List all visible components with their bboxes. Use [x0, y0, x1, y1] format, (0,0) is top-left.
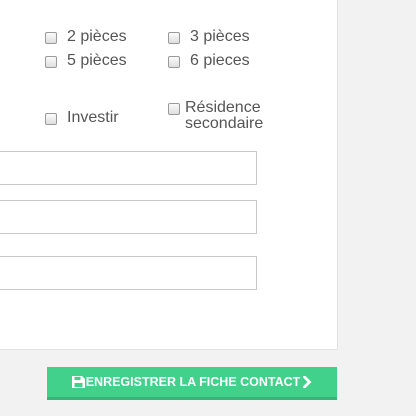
label-residence-line1: Résidence [185, 99, 261, 116]
checkbox-2-pieces[interactable] [45, 32, 57, 44]
option-5-pieces[interactable] [45, 56, 57, 68]
save-contact-button[interactable]: ENREGISTRER LA FICHE CONTACT [47, 367, 337, 400]
label-investir: Investir [67, 109, 119, 126]
option-3-pieces[interactable] [168, 32, 180, 44]
floppy-disk-icon [71, 376, 85, 388]
text-field-1[interactable] [0, 151, 257, 185]
save-contact-label: ENREGISTRER LA FICHE CONTACT [85, 375, 301, 389]
checkbox-investir[interactable] [45, 113, 57, 125]
label-5-pieces: 5 pièces [67, 52, 127, 69]
text-field-2[interactable] [0, 200, 257, 234]
checkbox-6-pieces[interactable] [168, 56, 180, 68]
checkbox-5-pieces[interactable] [45, 56, 57, 68]
label-residence-secondaire: Résidence secondaire [185, 99, 264, 132]
form-panel: 2 pièces 3 pièces 5 pièces 6 pieces Inve… [0, 0, 338, 350]
label-3-pieces: 3 pièces [190, 28, 250, 45]
text-field-3[interactable] [0, 256, 257, 290]
label-2-pieces: 2 pièces [67, 28, 127, 45]
option-6-pieces[interactable] [168, 56, 180, 68]
option-2-pieces[interactable] [45, 32, 57, 44]
option-investir[interactable] [45, 113, 57, 125]
checkbox-3-pieces[interactable] [168, 32, 180, 44]
option-residence-secondaire[interactable] [168, 103, 180, 115]
checkbox-residence-secondaire[interactable] [168, 103, 180, 115]
label-residence-line2: secondaire [185, 115, 264, 132]
label-6-pieces: 6 pieces [190, 52, 250, 69]
chevron-right-icon [303, 376, 312, 388]
